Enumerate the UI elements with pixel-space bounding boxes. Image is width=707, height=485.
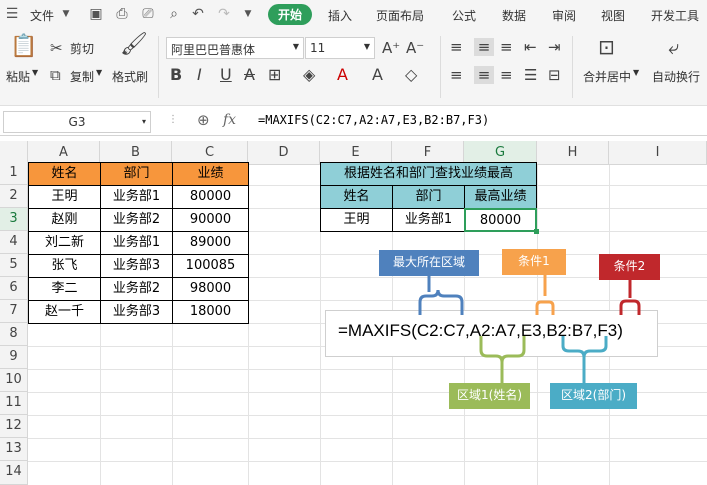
bracket-red: [619, 299, 641, 315]
bracket-teal: [561, 336, 608, 358]
bracket-orange: [535, 300, 555, 315]
bracket-blue: [418, 289, 464, 315]
bracket-green: [479, 336, 526, 363]
callout-brackets: [418, 275, 641, 383]
